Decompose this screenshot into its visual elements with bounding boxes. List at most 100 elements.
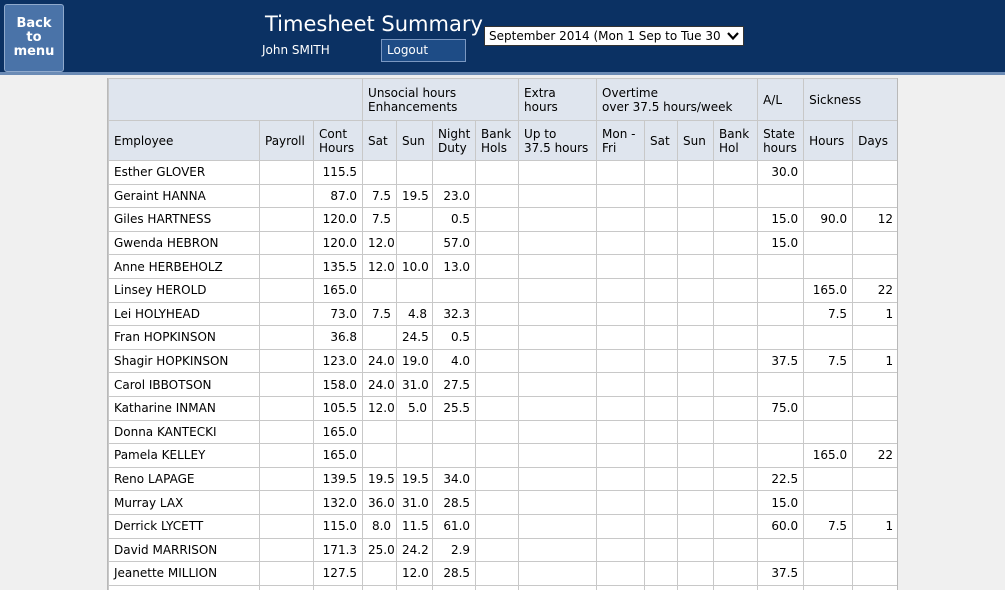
table-cell	[475, 230, 520, 256]
table-cell	[757, 443, 805, 468]
table-cell	[803, 183, 854, 209]
table-body: Esther GLOVER 115.5 30.0 Geraint HANNA 87.0 7…	[108, 160, 897, 590]
table-row: Shagir HOPKINSON 123.0 24.0 19.0 4.0 37.5 7.5 1	[108, 348, 897, 374]
table-cell	[803, 160, 854, 185]
table-cell	[362, 160, 398, 185]
table-cell	[677, 537, 715, 563]
table-cell	[362, 443, 398, 468]
table-cell	[852, 160, 897, 185]
table-cell	[757, 277, 805, 303]
table-cell	[396, 419, 434, 445]
table-cell: 37.5	[757, 561, 805, 586]
table-cell	[757, 254, 805, 279]
column-header: Mon - Fri	[596, 120, 646, 161]
table-row: Esther GLOVER 115.5 30.0	[108, 160, 897, 185]
back-to-menu-button[interactable]: Back to menu	[4, 4, 64, 72]
table-cell: 10.0	[396, 254, 434, 279]
table-cell	[396, 277, 434, 303]
table-cell: 22	[852, 443, 897, 468]
table-cell: 171.3	[312, 537, 364, 563]
page-title: Timesheet Summary	[265, 12, 483, 36]
table-cell	[518, 513, 598, 539]
table-cell	[475, 513, 520, 539]
table-cell	[644, 513, 679, 539]
table-cell: 25.0	[362, 537, 398, 563]
table-cell	[677, 277, 715, 303]
table-row: Derrick LYCETT 115.0 8.0 11.5 61.0 60.0 7.5 1	[108, 513, 897, 539]
table-cell: 24.0	[362, 348, 398, 374]
table-cell: 15.0	[757, 490, 805, 515]
table-cell: 23.0	[432, 183, 477, 209]
table-cell	[677, 561, 715, 586]
table-cell	[852, 419, 897, 445]
period-select[interactable]: September 2014 (Mon 1 Sep to Tue 30 Sep)	[484, 26, 744, 46]
table-cell	[518, 584, 598, 590]
column-header: Employee	[108, 120, 260, 161]
table-cell	[803, 395, 854, 421]
table-cell: 7.5	[362, 183, 398, 209]
table-cell	[677, 160, 715, 185]
table-cell	[596, 348, 646, 374]
column-header: Night Duty	[432, 120, 477, 161]
table-cell: 105.5	[312, 395, 364, 421]
table-cell: 90.0	[803, 207, 854, 232]
table-cell	[803, 325, 854, 350]
user-name: John SMITH	[262, 43, 330, 57]
column-header: Sat	[644, 120, 679, 161]
table-cell	[596, 301, 646, 327]
table-cell	[596, 277, 646, 303]
table-row: Geraint HANNA 87.0 7.5 19.5 23.0	[108, 183, 897, 209]
table-cell: 19.0	[396, 348, 434, 374]
table-cell: 5.0	[396, 395, 434, 421]
table-cell	[677, 419, 715, 445]
table-cell: 115.5	[312, 160, 364, 185]
table-cell	[596, 254, 646, 279]
column-header-row: Employee Payroll Cont Hours Sat Sun Night Dut…	[108, 120, 897, 161]
table-cell	[362, 584, 398, 590]
table-cell	[803, 419, 854, 445]
table-cell	[518, 230, 598, 256]
employee-name-cell: Gwenda HEBRON	[108, 230, 260, 256]
table-cell: 165.0	[803, 443, 854, 468]
column-group-header: A/L	[757, 78, 805, 121]
table-cell: 24.2	[396, 537, 434, 563]
table-cell	[596, 513, 646, 539]
table-cell	[677, 372, 715, 397]
table-cell	[475, 537, 520, 563]
table-row: Katharine INMAN 105.5 12.0 5.0 25.5 75.0	[108, 395, 897, 421]
table-cell	[475, 254, 520, 279]
table-cell	[852, 325, 897, 350]
table-row: Fran HOPKINSON 36.8 24.5 0.5	[108, 325, 897, 350]
table-cell	[396, 443, 434, 468]
column-header: Bank Hols	[475, 120, 520, 161]
table-cell	[259, 584, 314, 590]
logout-button[interactable]: Logout	[381, 39, 466, 62]
table-cell: 1	[852, 513, 897, 539]
table-cell	[259, 490, 314, 515]
table-cell	[713, 277, 759, 303]
table-cell	[259, 160, 314, 185]
table-cell	[852, 561, 897, 586]
table-cell	[518, 277, 598, 303]
column-header: Cont Hours	[312, 120, 364, 161]
table-cell	[259, 183, 314, 209]
table-cell: 165.0	[312, 277, 364, 303]
table-cell	[259, 419, 314, 445]
table-cell	[644, 207, 679, 232]
table-cell	[518, 537, 598, 563]
table-cell: 30.0	[757, 160, 805, 185]
table-cell	[259, 348, 314, 374]
table-cell	[677, 207, 715, 232]
table-cell	[596, 584, 646, 590]
table-cell: 7.5	[362, 301, 398, 327]
table-cell	[596, 372, 646, 397]
app-header: Back to menu Timesheet Summary John SMIT…	[0, 0, 1005, 75]
table-row	[108, 584, 897, 590]
table-cell: 165.0	[312, 419, 364, 445]
table-row: Linsey HEROLD 165.0 165.0 22	[108, 277, 897, 303]
table-cell: 120.0	[312, 207, 364, 232]
table-cell	[432, 160, 477, 185]
table-cell	[475, 584, 520, 590]
table-cell	[713, 513, 759, 539]
table-cell: 12.0	[362, 230, 398, 256]
